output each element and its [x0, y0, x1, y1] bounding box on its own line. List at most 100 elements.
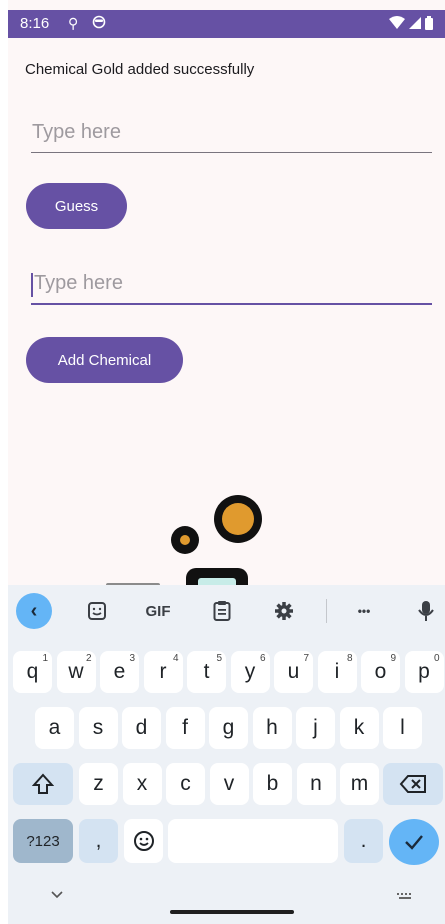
- status-icons: [389, 16, 433, 30]
- key-label: n: [310, 772, 322, 795]
- key-hint: 0: [433, 653, 440, 664]
- key-w[interactable]: w2: [56, 651, 96, 693]
- key-label: e: [113, 660, 126, 683]
- key-t[interactable]: t5: [187, 651, 226, 693]
- key-label: p: [418, 660, 430, 683]
- settings-gear-icon[interactable]: [270, 597, 298, 625]
- key-r[interactable]: r4: [143, 651, 183, 693]
- key-y[interactable]: y6: [230, 651, 270, 693]
- key-j[interactable]: j: [296, 707, 335, 749]
- key-n[interactable]: n: [296, 763, 336, 805]
- soft-keyboard: ‹ GIF ••• q1w2e3r4t5y6u7i8o9p0 asdfghjkl…: [8, 585, 445, 924]
- key-label: w: [68, 660, 84, 683]
- battery-icon: [425, 16, 433, 30]
- shift-key[interactable]: [13, 763, 73, 805]
- more-options-icon[interactable]: •••: [349, 597, 379, 625]
- key-p[interactable]: p0: [404, 651, 444, 693]
- signal-icon: [409, 17, 421, 29]
- key-label: f: [182, 716, 188, 739]
- key-label: z: [93, 772, 104, 795]
- wifi-icon: [389, 16, 405, 29]
- key-label: d: [135, 716, 148, 739]
- face-icon: [92, 15, 106, 32]
- key-label: j: [313, 716, 318, 739]
- key-h[interactable]: h: [252, 707, 292, 749]
- key-m[interactable]: m: [340, 763, 379, 805]
- key-label: c: [180, 772, 191, 795]
- key-x[interactable]: x: [122, 763, 162, 805]
- key-label: t: [203, 660, 210, 683]
- comma-key[interactable]: ,: [79, 819, 118, 863]
- location-icon: ⚲: [68, 15, 79, 31]
- keyboard-toolbar: ‹ GIF •••: [8, 585, 445, 637]
- key-i[interactable]: i8: [317, 651, 357, 693]
- key-hint: 6: [259, 653, 266, 664]
- key-hint: 9: [390, 653, 396, 664]
- key-f[interactable]: f: [165, 707, 205, 749]
- hide-keyboard-icon[interactable]: [50, 887, 64, 905]
- status-time: 8:16: [20, 15, 50, 32]
- key-hint: 2: [85, 653, 92, 664]
- key-label: x: [136, 772, 148, 795]
- key-hint: 3: [129, 653, 135, 664]
- key-l[interactable]: l: [383, 707, 422, 749]
- key-label: i: [334, 660, 340, 683]
- add-chemical-button[interactable]: Add Chemical: [26, 337, 183, 383]
- key-g[interactable]: g: [209, 707, 248, 749]
- key-hint: 5: [216, 653, 222, 664]
- key-z[interactable]: z: [79, 763, 118, 805]
- key-label: u: [287, 660, 300, 683]
- clipboard-icon[interactable]: [208, 597, 236, 625]
- key-label: a: [48, 716, 61, 739]
- chemical-input-placeholder: Type here: [34, 272, 123, 294]
- key-hint: 1: [42, 653, 48, 664]
- gif-button[interactable]: GIF: [141, 597, 175, 625]
- collapse-toolbar-icon[interactable]: ‹: [16, 593, 52, 629]
- guess-button[interactable]: Guess: [26, 183, 127, 229]
- key-hint: 8: [346, 653, 353, 664]
- key-label: b: [266, 772, 279, 795]
- key-label: v: [223, 772, 235, 795]
- app-screen: 8:16 ⚲ Chemical Gold added successfully …: [8, 0, 445, 924]
- key-s[interactable]: s: [78, 707, 118, 749]
- key-a[interactable]: a: [35, 707, 74, 749]
- key-q[interactable]: q1: [13, 651, 52, 693]
- symbols-key[interactable]: ?123: [13, 819, 73, 863]
- space-bar[interactable]: [168, 819, 338, 863]
- key-hint: 7: [303, 653, 309, 664]
- navigation-handle[interactable]: [170, 910, 294, 914]
- backspace-key[interactable]: [383, 763, 443, 805]
- guess-input-placeholder: Type here: [32, 121, 121, 143]
- status-message: Chemical Gold added successfully: [25, 61, 255, 78]
- status-bar: 8:16 ⚲: [8, 10, 445, 38]
- key-label: r: [159, 660, 167, 683]
- key-label: o: [374, 660, 387, 683]
- key-hint: 4: [172, 653, 179, 664]
- key-d[interactable]: d: [122, 707, 161, 749]
- key-label: k: [353, 716, 365, 739]
- key-o[interactable]: o9: [361, 651, 400, 693]
- period-key[interactable]: .: [344, 819, 383, 863]
- key-label: m: [350, 772, 369, 795]
- key-u[interactable]: u7: [274, 651, 313, 693]
- microphone-icon[interactable]: [414, 597, 438, 625]
- emoji-key[interactable]: [124, 819, 163, 863]
- key-k[interactable]: k: [339, 707, 379, 749]
- toolbar-divider: [326, 599, 327, 623]
- key-label: q: [26, 660, 39, 683]
- text-caret: [31, 273, 33, 297]
- key-b[interactable]: b: [253, 763, 292, 805]
- key-v[interactable]: v: [209, 763, 249, 805]
- chemical-input[interactable]: Type here: [31, 265, 432, 305]
- enter-check-key[interactable]: [389, 819, 439, 865]
- key-label: y: [244, 660, 256, 683]
- key-label: h: [266, 716, 278, 739]
- keyboard-switch-icon[interactable]: [396, 889, 414, 907]
- key-label: s: [92, 716, 104, 739]
- key-e[interactable]: e3: [100, 651, 139, 693]
- sticker-icon[interactable]: [83, 597, 111, 625]
- illustration: [171, 495, 262, 590]
- guess-input[interactable]: Type here: [31, 113, 432, 153]
- key-c[interactable]: c: [166, 763, 205, 805]
- key-label: l: [400, 716, 405, 739]
